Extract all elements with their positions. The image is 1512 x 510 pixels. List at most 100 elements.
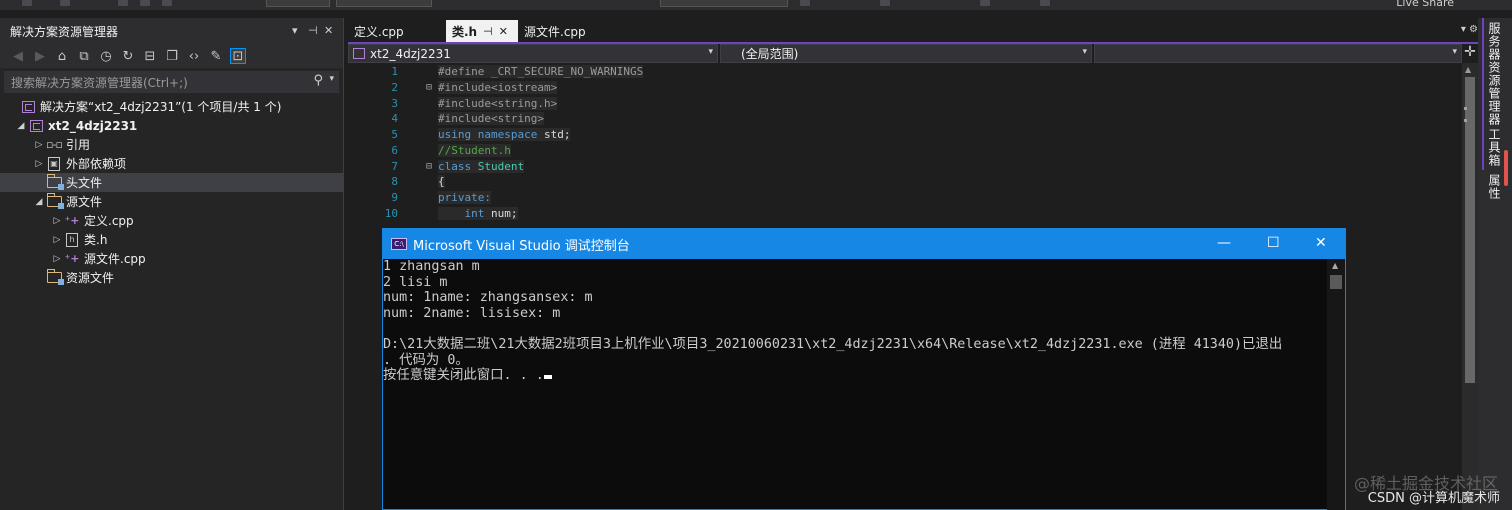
cpp-file-icon: ⁺+ — [64, 214, 80, 227]
pin-icon[interactable]: ⊣ — [483, 25, 493, 38]
vtab-server-explorer[interactable]: 服务器资源管理器 — [1486, 22, 1503, 126]
code-line[interactable]: 7 ⊟ class Student — [348, 158, 948, 174]
code-line[interactable]: 2 ⊟ #include<iostream> — [348, 80, 948, 96]
close-icon[interactable]: ✕ — [499, 25, 508, 38]
tree-node-project[interactable]: ◢ xt2_4dzj2231 — [0, 116, 343, 135]
maximize-icon[interactable]: ☐ — [1267, 235, 1280, 251]
tree-node-header-files[interactable]: 头文件 — [0, 173, 343, 192]
scrollbar-thumb[interactable] — [1465, 77, 1475, 383]
code-token: Student — [477, 159, 525, 173]
tab-class-h[interactable]: 类.h ⊣ ✕ — [446, 20, 518, 42]
properties-wrench-icon[interactable]: ✎ — [208, 48, 224, 64]
toolbar-icon[interactable] — [1040, 0, 1050, 6]
forward-icon[interactable]: ▶ — [32, 48, 48, 64]
startup-dropdown[interactable] — [660, 0, 788, 7]
code-line[interactable]: 5 using namespace std; — [348, 127, 948, 143]
code-token: using namespace — [438, 128, 544, 142]
tree-node-label: 解决方案“xt2_4dzj2231”(1 个项目/共 1 个) — [40, 100, 282, 114]
close-icon[interactable]: ✕ — [1315, 235, 1327, 251]
vtab-toolbox[interactable]: 工具箱 — [1486, 128, 1503, 167]
search-options-chevron-icon[interactable]: ▾ — [329, 74, 334, 84]
tab-list-dropdown-icon[interactable]: ▾ ⚙ — [1461, 24, 1478, 35]
console-title-bar[interactable]: C:\ Microsoft Visual Studio 调试控制台 — ☐ ✕ — [383, 229, 1345, 259]
expanded-arrow-icon[interactable]: ◢ — [14, 121, 28, 131]
member-dropdown[interactable]: ▾ — [1094, 44, 1462, 63]
line-number: 6 — [391, 143, 398, 157]
live-share-button[interactable]: Live Share — [1396, 0, 1454, 9]
tab-source-cpp[interactable]: 源文件.cpp — [518, 20, 618, 42]
active-vtab-indicator — [1482, 18, 1484, 128]
chevron-down-icon[interactable]: ▾ — [1452, 47, 1457, 57]
code-line[interactable]: 9 private: — [348, 190, 948, 206]
minimize-icon[interactable]: — — [1217, 235, 1231, 251]
code-line[interactable]: 10 int num; — [348, 205, 948, 221]
tree-node-file[interactable]: ▷ ⁺+ 定义.cpp — [0, 211, 343, 230]
close-icon[interactable]: ✕ — [324, 24, 333, 37]
expanded-arrow-icon[interactable]: ◢ — [32, 197, 46, 207]
collapsed-arrow-icon[interactable]: ▷ — [50, 254, 64, 264]
scrollbar-thumb[interactable] — [1330, 275, 1342, 289]
solution-search-box[interactable]: 搜索解决方案资源管理器(Ctrl+;) ⚲ ▾ — [4, 71, 339, 93]
panel-dropdown-icon[interactable]: ▾ — [292, 24, 298, 37]
collapsed-arrow-icon[interactable]: ▷ — [50, 235, 64, 245]
toolbar-icon[interactable] — [162, 0, 172, 6]
fold-toggle-icon[interactable]: ⊟ — [426, 161, 438, 172]
scope-dropdown[interactable]: (全局范围) ▾ — [720, 44, 1092, 63]
platform-dropdown[interactable] — [336, 0, 432, 7]
collapsed-arrow-icon[interactable]: ▷ — [32, 140, 46, 150]
code-line[interactable]: 1 #define _CRT_SECURE_NO_WARNINGS — [348, 64, 948, 80]
toolbar-icon[interactable] — [800, 0, 810, 6]
chevron-down-icon[interactable]: ▾ — [1082, 47, 1087, 57]
home-icon[interactable]: ⌂ — [54, 48, 70, 64]
tree-node-resource-files[interactable]: 资源文件 — [0, 268, 343, 287]
search-icon[interactable]: ⚲ — [313, 73, 323, 88]
debug-console-window[interactable]: C:\ Microsoft Visual Studio 调试控制台 — ☐ ✕ … — [382, 228, 1346, 510]
console-scrollbar[interactable]: ▲ — [1327, 259, 1345, 510]
collapsed-arrow-icon[interactable]: ▷ — [50, 216, 64, 226]
toolbar-icon[interactable] — [880, 0, 890, 6]
tree-node-external-deps[interactable]: ▷ ▣ 外部依赖项 — [0, 154, 343, 173]
console-line-text: num: 2name: lisisex: m — [383, 305, 561, 321]
sync-icon[interactable]: ↻ — [120, 48, 136, 64]
switch-views-icon[interactable]: ⧉ — [76, 48, 92, 64]
preview-selected-icon[interactable]: ⊡ — [230, 48, 246, 64]
pending-changes-filter-icon[interactable]: ◷ — [98, 48, 114, 64]
scroll-up-icon[interactable]: ▲ — [1332, 261, 1338, 270]
view-code-icon[interactable]: ‹› — [186, 48, 202, 64]
chevron-down-icon[interactable]: ▾ — [708, 47, 713, 57]
tree-node-label: 外部依赖项 — [66, 157, 127, 171]
pin-icon[interactable]: ⊣ — [308, 24, 318, 37]
tree-node-solution[interactable]: 解决方案“xt2_4dzj2231”(1 个项目/共 1 个) — [0, 97, 343, 116]
tree-node-file[interactable]: ▷ h 类.h — [0, 230, 343, 249]
toolbar-icon[interactable] — [22, 0, 32, 6]
show-all-files-icon[interactable]: ❐ — [164, 48, 180, 64]
code-line[interactable]: 4 #include<string> — [348, 111, 948, 127]
code-line[interactable]: 6 //Student.h — [348, 143, 948, 159]
project-dropdown[interactable]: xt2_4dzj2231 ▾ — [348, 44, 718, 63]
console-line: 1 zhangsan m — [383, 259, 1327, 275]
collapse-all-icon[interactable]: ⊟ — [142, 48, 158, 64]
solution-tree: 解决方案“xt2_4dzj2231”(1 个项目/共 1 个) ◢ xt2_4d… — [0, 97, 343, 287]
tree-node-file[interactable]: ▷ ⁺+ 源文件.cpp — [0, 249, 343, 268]
fold-toggle-icon[interactable]: ⊟ — [426, 82, 438, 93]
editor-navigation-bar: xt2_4dzj2231 ▾ (全局范围) ▾ ▾ — [348, 44, 1462, 63]
toolbar-icon[interactable] — [118, 0, 128, 6]
folder-filter-icon — [46, 174, 64, 190]
tree-node-source-files[interactable]: ◢ 源文件 — [0, 192, 343, 211]
back-icon[interactable]: ◀ — [10, 48, 26, 64]
split-editor-icon[interactable]: ✛ — [1462, 44, 1478, 63]
code-text: #define _CRT_SECURE_NO_WARNINGS — [438, 65, 644, 79]
tab-define-cpp[interactable]: 定义.cpp — [348, 20, 446, 42]
toolbar-icon[interactable] — [60, 0, 70, 6]
code-text: int num; — [438, 206, 518, 220]
toolbar-icon[interactable] — [140, 0, 150, 6]
toolbar-icon[interactable] — [980, 0, 990, 6]
config-dropdown[interactable] — [266, 0, 330, 7]
editor-vertical-scrollbar[interactable]: ▲ — [1462, 63, 1478, 510]
code-line[interactable]: 8{ — [348, 174, 948, 190]
collapsed-arrow-icon[interactable]: ▷ — [32, 159, 46, 169]
vtab-properties[interactable]: 属性 — [1486, 174, 1503, 200]
scroll-up-icon[interactable]: ▲ — [1465, 65, 1471, 74]
tree-node-references[interactable]: ▷ ▫-▫ 引用 — [0, 135, 343, 154]
code-line[interactable]: 3 #include<string.h> — [348, 95, 948, 111]
